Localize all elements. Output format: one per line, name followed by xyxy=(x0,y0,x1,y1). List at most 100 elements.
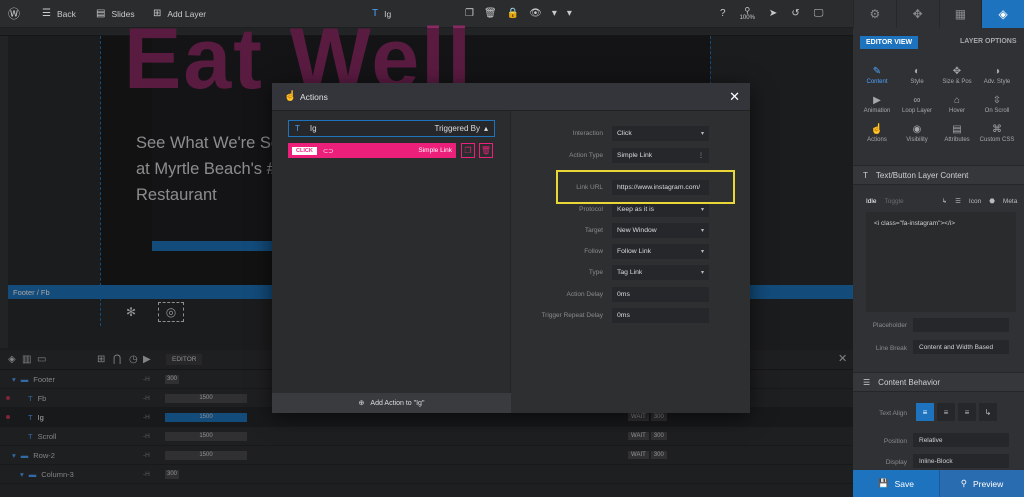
slides-icon: ▤ xyxy=(96,8,106,19)
wordpress-icon[interactable]: Ⓦ xyxy=(8,0,20,28)
option-on-scroll[interactable]: ⇳ On Scroll xyxy=(977,95,1017,114)
field-trigger-repeat-delay[interactable]: 0ms xyxy=(612,308,709,323)
close-icon[interactable]: ✕ xyxy=(729,89,740,105)
text-align-label: Text Align xyxy=(879,410,907,417)
trigger-layer-box[interactable]: T Ig Triggered By ▴ xyxy=(288,120,495,137)
layers-tab[interactable]: ◈ xyxy=(981,0,1024,28)
help-icon[interactable]: ? xyxy=(720,9,726,19)
right-panel-tabs: ⚙ ✥ ▦ ◈ xyxy=(853,0,1024,28)
film-icon: ▦ xyxy=(954,7,967,21)
eye-icon[interactable]: 👁 xyxy=(529,9,542,19)
option-actions[interactable]: ☝ Actions xyxy=(857,124,897,143)
position-select[interactable]: Relative xyxy=(913,433,1009,447)
option-adv-style[interactable]: ◑ Adv. Style xyxy=(977,66,1017,85)
back-button[interactable]: ☰ Back xyxy=(42,0,76,28)
meta-button[interactable]: Meta xyxy=(1003,198,1017,205)
field-label: Action Delay xyxy=(566,291,604,298)
field-action-type[interactable]: Simple Link ⋮ xyxy=(612,148,709,163)
caret-up-icon: ▴ xyxy=(483,124,488,133)
eye-icon: ◉ xyxy=(912,124,922,135)
content-behavior-section[interactable]: ☰ Content Behavior xyxy=(853,372,1024,392)
display-select[interactable]: Inline-Block xyxy=(913,454,1009,468)
option-content[interactable]: ✎ Content xyxy=(857,66,897,85)
zoom-control[interactable]: ⚲ 100% xyxy=(740,6,755,22)
editor-view-tab[interactable]: EDITOR VIEW xyxy=(860,36,919,49)
text-content-section[interactable]: T Text/Button Layer Content xyxy=(853,165,1024,185)
delete-action-button[interactable]: 🗑 xyxy=(479,143,493,158)
option-attributes[interactable]: ▤ Attributes xyxy=(937,124,977,143)
device-icon[interactable]: 🖵 xyxy=(814,9,824,19)
move-icon: ✥ xyxy=(912,7,923,21)
toggle-tab[interactable]: Toggle xyxy=(884,198,903,205)
text-icon: T xyxy=(863,170,868,180)
lock-icon[interactable]: 🔒 xyxy=(507,9,519,19)
delete-icon[interactable]: 🗑 xyxy=(484,9,497,19)
option-animation[interactable]: ▶ Animation xyxy=(857,95,897,114)
content-tabs: Idle Toggle ↳ ☰ Icon ⬣ Meta xyxy=(866,192,1017,210)
align-left-icon[interactable]: ≡ xyxy=(916,403,934,421)
line-break-label: Line Break xyxy=(875,345,907,352)
css-icon: ⌘ xyxy=(992,124,1002,135)
align-right-icon[interactable]: ≡ xyxy=(958,403,976,421)
duplicate-action-button[interactable]: ❐ xyxy=(461,143,475,158)
option-size-pos[interactable]: ✥ Size & Pos xyxy=(937,66,977,85)
option-loop-layer[interactable]: ∞ Loop Layer xyxy=(897,95,937,114)
tag-icon[interactable]: ⬣ xyxy=(989,197,995,205)
content-editor[interactable]: <i class="fa-instagram"></i> xyxy=(866,212,1016,312)
play-icon: ▶ xyxy=(873,95,881,106)
field-label: Trigger Repeat Delay xyxy=(541,312,603,319)
layers-icon: ◈ xyxy=(998,7,1008,21)
line-break-icon[interactable]: ↳ xyxy=(942,197,947,205)
more-vertical-icon: ⋮ xyxy=(698,153,704,159)
action-item[interactable]: CLICK ⊂⊃ Simple Link xyxy=(288,143,456,158)
field-target[interactable]: New Window ▾ xyxy=(612,223,709,238)
preview-button[interactable]: ⚲ Preview xyxy=(939,470,1024,497)
field-label: Type xyxy=(588,269,603,276)
cursor-icon[interactable]: ➤ xyxy=(769,9,777,19)
save-button[interactable]: 💾 Save xyxy=(853,470,939,497)
list-icon[interactable]: ☰ xyxy=(955,197,961,205)
icon-button[interactable]: Icon xyxy=(969,198,981,205)
media-tab[interactable]: ▦ xyxy=(938,0,982,28)
field-label: Interaction xyxy=(572,130,603,137)
zoom-icon: ⚲ xyxy=(744,6,751,15)
trash-icon: 🗑 xyxy=(480,146,492,155)
option-style[interactable]: ◐ Style xyxy=(897,66,937,85)
click-chip: CLICK xyxy=(292,146,317,155)
undo-icon[interactable]: ↺ xyxy=(791,9,799,19)
pencil-icon: ✎ xyxy=(872,66,882,77)
field-follow[interactable]: Follow Link ▾ xyxy=(612,244,709,259)
settings-tab[interactable]: ⚙ xyxy=(853,0,896,28)
add-action-button[interactable]: ⊕ Add Action to "Ig" xyxy=(272,393,511,413)
field-label: Target xyxy=(584,227,603,234)
more-icon[interactable]: ▾ xyxy=(567,9,572,19)
save-icon: 💾 xyxy=(878,478,889,488)
field-label: Follow xyxy=(584,248,603,255)
option-visibility[interactable]: ◉ Visibility xyxy=(897,124,937,143)
layer-tools: ❐ 🗑 🔒 👁 ▾ ▾ xyxy=(465,0,572,28)
option-custom-css[interactable]: ⌘ Custom CSS xyxy=(977,124,1017,143)
move-down-icon[interactable]: ▾ xyxy=(552,9,557,19)
line-break-select[interactable]: Content and Width Based xyxy=(913,340,1009,354)
caret-down-icon: ▾ xyxy=(700,249,704,255)
align-center-icon[interactable]: ≡ xyxy=(937,403,955,421)
placeholder-input[interactable] xyxy=(913,318,1009,332)
adv-style-icon: ◑ xyxy=(993,66,1001,77)
field-action-delay[interactable]: 0ms xyxy=(612,287,709,302)
scroll-icon: ⇳ xyxy=(992,95,1002,106)
right-tools: ? ⚲ 100% ➤ ↺ 🖵 xyxy=(720,0,823,28)
placeholder-label: Placeholder xyxy=(872,322,907,329)
field-interaction[interactable]: Click ▾ xyxy=(612,126,709,141)
caret-down-icon: ▾ xyxy=(700,270,704,276)
transform-tab[interactable]: ✥ xyxy=(895,0,939,28)
display-label: Display xyxy=(885,459,907,466)
idle-tab[interactable]: Idle xyxy=(866,198,876,205)
action-name: Simple Link xyxy=(418,147,452,154)
option-hover[interactable]: ⌂ Hover xyxy=(937,95,977,114)
field-protocol[interactable]: Keep as it is ▾ xyxy=(612,202,709,217)
align-inherit-icon[interactable]: ↳ xyxy=(979,403,997,421)
hand-icon: ☝ xyxy=(870,124,884,135)
field-type[interactable]: Tag Link ▾ xyxy=(612,265,709,280)
list-icon: ☰ xyxy=(863,377,871,387)
layer-options-tab[interactable]: LAYER OPTIONS xyxy=(960,38,1017,45)
